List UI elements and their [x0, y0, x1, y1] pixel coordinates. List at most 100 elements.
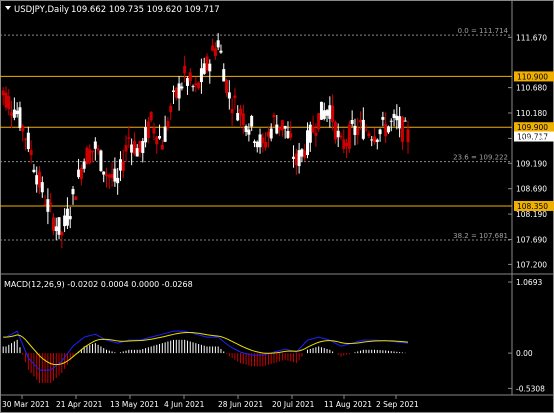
candle-body: [166, 121, 170, 128]
candle-body: [96, 148, 100, 151]
candle-body: [398, 116, 402, 129]
time-tick-label: 2 Sep 2021: [376, 400, 419, 409]
candle-body: [197, 82, 201, 89]
candle-body: [406, 129, 410, 143]
candle-body: [7, 96, 11, 110]
candle-body: [68, 216, 72, 220]
candle-body: [40, 182, 44, 193]
candle-body: [160, 144, 164, 150]
candle-body: [278, 127, 282, 131]
price-tick-label: 108.690: [516, 185, 547, 194]
candle-body: [188, 72, 192, 82]
price-tick-label: 109.680: [516, 134, 547, 143]
macd-tick-label: -0.5308: [516, 384, 545, 393]
candle-body: [283, 125, 287, 129]
candle-body: [264, 142, 268, 148]
candle-body: [57, 217, 61, 235]
candle-body: [26, 132, 30, 150]
candle-body: [163, 126, 167, 142]
candle-body: [367, 133, 371, 137]
candle-body: [319, 101, 323, 120]
candle-body: [141, 140, 145, 154]
price-tick-label: 110.180: [516, 109, 547, 118]
candle-body: [135, 148, 139, 157]
candle-body: [118, 159, 122, 171]
candle-body: [322, 110, 326, 119]
macd-tick-label: 0.00: [516, 349, 533, 358]
price-tick-label: 111.670: [516, 33, 547, 42]
candle-body: [378, 129, 382, 135]
candle-body: [375, 139, 379, 142]
candle-body: [381, 116, 385, 120]
candle-body: [85, 147, 89, 165]
price-tick-label: 110.680: [516, 84, 547, 93]
candle-body: [350, 119, 354, 124]
price-tick-label: 107.690: [516, 235, 547, 244]
candle-body: [386, 126, 390, 133]
candle-body: [250, 115, 254, 127]
candle-body: [339, 135, 343, 138]
candle-body: [146, 121, 150, 138]
candle-body: [233, 95, 237, 98]
level-price-tag-label: 109.900: [517, 123, 548, 132]
candle-body: [241, 113, 245, 125]
candle-body: [177, 83, 181, 99]
ohlc-readout: 109.662 109.735 109.620 109.717: [71, 5, 220, 15]
candle-body: [127, 137, 131, 139]
candle-body: [113, 168, 117, 182]
candle-body: [24, 138, 28, 140]
candle-body: [252, 141, 256, 143]
candle-body: [191, 86, 195, 88]
candle-body: [361, 119, 365, 139]
candle-body: [211, 45, 215, 51]
candle-body: [74, 196, 78, 200]
candle-body: [144, 127, 148, 143]
candle-body: [88, 149, 92, 164]
price-tick-label: 109.190: [516, 159, 547, 168]
candle-body: [77, 169, 81, 178]
candle-body: [216, 40, 220, 48]
candle-body: [370, 139, 374, 141]
symbol-label[interactable]: USDJPY,Daily: [14, 5, 69, 15]
candle-body: [225, 79, 229, 93]
candle-body: [297, 150, 301, 167]
candle-body: [138, 140, 142, 153]
candle-body: [403, 120, 407, 122]
candle-body: [172, 90, 175, 92]
macd-label: MACD(12,26,9) -0.0202 0.0004 0.0000 -0.0…: [4, 280, 193, 289]
candle-body: [152, 127, 156, 134]
candle-body: [208, 63, 212, 72]
trading-chart[interactable]: USDJPY,Daily 109.662 109.735 109.620 109…: [0, 0, 554, 413]
candle-body: [102, 171, 106, 175]
candle-body: [169, 106, 173, 113]
candle-body: [392, 113, 396, 118]
candle-body: [10, 112, 14, 116]
candle-body: [32, 169, 36, 173]
candle-body: [35, 175, 39, 185]
candle-body: [303, 150, 307, 158]
candle-body: [227, 92, 231, 99]
level-price-tag-label: 110.900: [517, 72, 548, 81]
candle-body: [364, 129, 368, 131]
candle-body: [384, 123, 388, 137]
candle-body: [185, 78, 189, 86]
candle-body: [82, 161, 86, 169]
candle-body: [247, 129, 251, 135]
candle-body: [71, 188, 75, 195]
candle-body: [54, 226, 58, 231]
candle-body: [158, 136, 162, 139]
candle-body: [328, 105, 332, 119]
candle-body: [213, 48, 217, 56]
candle-body: [400, 117, 404, 142]
candle-body: [12, 109, 16, 118]
candle-body: [289, 133, 293, 138]
price-tick-label: 107.200: [516, 260, 547, 269]
candle-body: [60, 231, 64, 236]
time-tick-label: 11 Aug 2021: [324, 400, 372, 409]
candle-body: [333, 122, 337, 140]
candle-body: [395, 115, 399, 121]
candle-body: [359, 119, 363, 123]
candle-body: [202, 63, 206, 74]
candle-body: [236, 113, 240, 121]
candle-body: [29, 150, 33, 156]
